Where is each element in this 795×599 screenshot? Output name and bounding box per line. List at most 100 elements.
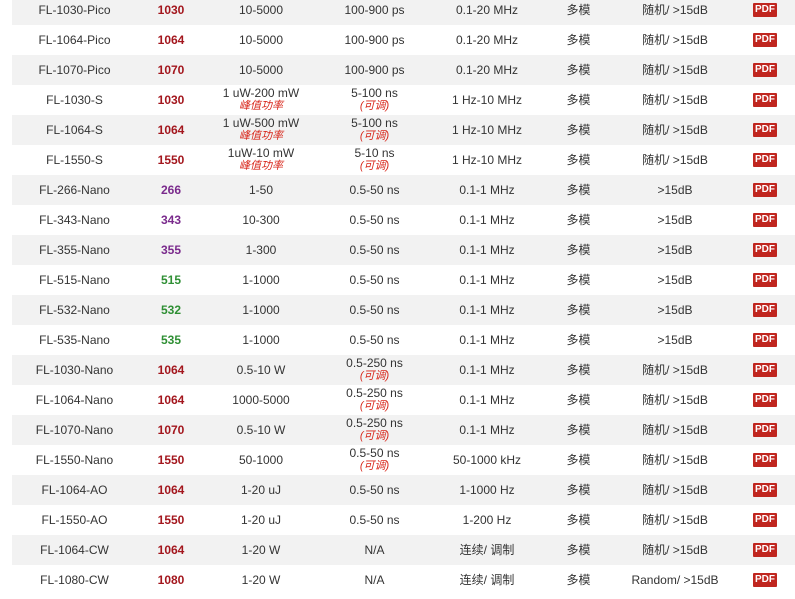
pdf-download-icon[interactable]: PDF (753, 543, 777, 557)
pdf-download-icon[interactable]: PDF (753, 153, 777, 167)
pulse-cell: 0.5-50 ns (可调) (317, 447, 432, 473)
pdf-download-icon[interactable]: PDF (753, 93, 777, 107)
mode-cell-value: 多模 (566, 272, 591, 287)
wavelength-cell: 343 (137, 213, 205, 227)
pdf-download-icon[interactable]: PDF (753, 333, 777, 347)
power-cell-value: 0.5-10 W (236, 422, 286, 437)
power-cell-value: 1-1000 (242, 272, 280, 287)
polarization-cell: 随机/ >15dB (615, 3, 735, 17)
wavelength-cell: 1064 (137, 543, 205, 557)
model-cell: FL-1064-Pico (12, 33, 137, 47)
wavelength-cell-value: 1550 (157, 152, 185, 167)
polarization-cell-value: 随机/ >15dB (642, 452, 708, 467)
pulse-cell: N/A (317, 543, 432, 557)
pdf-download-icon[interactable]: PDF (753, 243, 777, 257)
pdf-cell: PDF (735, 63, 795, 77)
polarization-cell: 随机/ >15dB (615, 123, 735, 137)
pulse-cell-value: 5-10 ns (354, 146, 395, 160)
wavelength-cell: 532 (137, 303, 205, 317)
mode-cell: 多模 (542, 213, 615, 227)
polarization-cell-value: 随机/ >15dB (642, 482, 708, 497)
pulse-cell: 0.5-50 ns (317, 273, 432, 287)
pdf-cell: PDF (735, 93, 795, 107)
model-cell-value: FL-1064-Nano (35, 392, 114, 407)
rep-rate-cell: 0.1-1 MHz (432, 363, 542, 377)
model-cell-value: FL-355-Nano (39, 242, 110, 257)
model-cell-value: FL-1550-Nano (35, 452, 114, 467)
table-row: FL-515-Nano 515 1-1000 0.5-50 ns 0.1-1 MHz 多模… (12, 265, 795, 295)
wavelength-cell-value: 1550 (157, 512, 185, 527)
rep-rate-cell: 0.1-1 MHz (432, 243, 542, 257)
wavelength-cell: 1064 (137, 362, 205, 377)
pdf-cell: PDF (735, 453, 795, 467)
pulse-cell-note: (可调) (359, 400, 390, 412)
pdf-cell: PDF (735, 513, 795, 527)
mode-cell-value: 多模 (566, 422, 591, 437)
power-cell: 1-20 W (205, 573, 317, 587)
model-cell-value: FL-535-Nano (39, 332, 110, 347)
rep-rate-cell: 0.1-1 MHz (432, 212, 542, 227)
pdf-download-icon[interactable]: PDF (753, 483, 777, 497)
pdf-download-icon[interactable]: PDF (753, 33, 777, 47)
rep-rate-cell: 1 Hz-10 MHz (432, 153, 542, 167)
mode-cell: 多模 (542, 363, 615, 377)
power-cell: 50-1000 (205, 452, 317, 467)
polarization-cell-value: >15dB (657, 212, 693, 227)
pdf-download-icon[interactable]: PDF (753, 513, 777, 527)
rep-rate-cell: 0.1-1 MHz (432, 333, 542, 347)
wavelength-cell: 1080 (137, 573, 205, 587)
polarization-cell: >15dB (615, 273, 735, 287)
polarization-cell: 随机/ >15dB (615, 543, 735, 557)
mode-cell: 多模 (542, 243, 615, 257)
pdf-download-icon[interactable]: PDF (753, 123, 777, 137)
pdf-download-icon[interactable]: PDF (753, 393, 777, 407)
rep-rate-cell: 0.1-1 MHz (432, 183, 542, 197)
model-cell-value: FL-1064-AO (41, 482, 108, 497)
polarization-cell-value: 随机/ >15dB (642, 392, 708, 407)
power-cell-value: 50-1000 (238, 452, 284, 467)
pdf-download-icon[interactable]: PDF (753, 3, 777, 17)
rep-rate-cell-value: 0.1-1 MHz (459, 212, 515, 227)
pdf-download-icon[interactable]: PDF (753, 423, 777, 437)
model-cell-value: FL-1064-S (46, 122, 103, 137)
wavelength-cell-value: 1064 (157, 362, 185, 377)
model-cell: FL-532-Nano (12, 303, 137, 317)
wavelength-cell: 515 (137, 273, 205, 287)
wavelength-cell: 1030 (137, 93, 205, 107)
pulse-cell-value: 0.5-50 ns (349, 182, 400, 197)
model-cell: FL-515-Nano (12, 273, 137, 287)
pulse-cell-value: 0.5-250 ns (346, 416, 403, 430)
model-cell: FL-343-Nano (12, 213, 137, 227)
pdf-download-icon[interactable]: PDF (753, 363, 777, 377)
power-cell: 0.5-10 W (205, 422, 317, 437)
power-cell-value: 1uW-10 mW (227, 146, 295, 160)
wavelength-cell-value: 266 (160, 182, 182, 197)
power-cell: 1-1000 (205, 333, 317, 347)
polarization-cell: >15dB (615, 243, 735, 257)
pulse-cell-value: 0.5-50 ns (349, 212, 400, 227)
pulse-cell: 0.5-50 ns (317, 303, 432, 317)
mode-cell: 多模 (542, 63, 615, 77)
pulse-cell-value: 100-900 ps (344, 2, 405, 17)
model-cell: FL-1064-CW (12, 543, 137, 557)
pdf-download-icon[interactable]: PDF (753, 63, 777, 77)
mode-cell-value: 多模 (566, 482, 591, 497)
pdf-download-icon[interactable]: PDF (753, 273, 777, 287)
power-cell-value: 1-1000 (242, 302, 280, 317)
power-cell: 10-300 (205, 213, 317, 227)
rep-rate-cell-value: 1 Hz-10 MHz (451, 122, 522, 137)
rep-rate-cell: 连续/ 调制 (432, 573, 542, 587)
rep-rate-cell-value: 0.1-1 MHz (459, 272, 515, 287)
table-row: FL-532-Nano 532 1-1000 0.5-50 ns 0.1-1 MHz 多模… (12, 295, 795, 325)
pdf-download-icon[interactable]: PDF (753, 183, 777, 197)
pdf-download-icon[interactable]: PDF (753, 573, 777, 587)
rep-rate-cell: 1 Hz-10 MHz (432, 93, 542, 107)
polarization-cell: 随机/ >15dB (615, 452, 735, 467)
power-cell-value: 10-5000 (238, 2, 284, 17)
pdf-cell: PDF (735, 3, 795, 17)
wavelength-cell: 1064 (137, 483, 205, 497)
pdf-download-icon[interactable]: PDF (753, 213, 777, 227)
pdf-download-icon[interactable]: PDF (753, 303, 777, 317)
pdf-download-icon[interactable]: PDF (753, 453, 777, 467)
model-cell-value: FL-1030-Nano (35, 362, 114, 377)
